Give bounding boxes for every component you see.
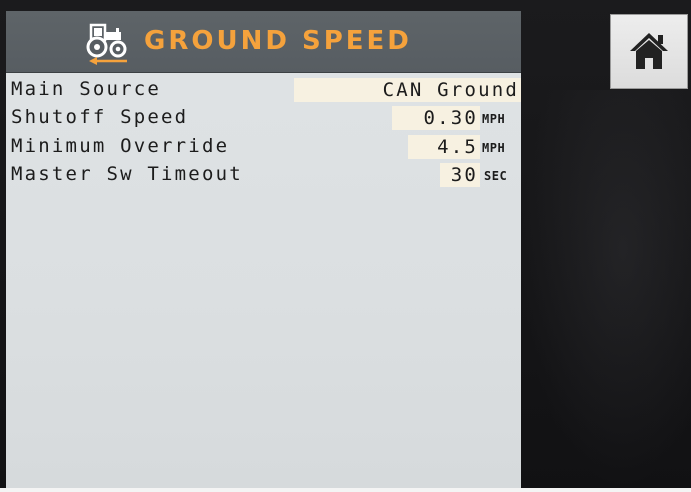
- home-button[interactable]: [610, 14, 688, 89]
- setting-row-minimum-override: Minimum Override 4.5 MPH: [6, 132, 521, 160]
- minimum-override-unit: MPH: [482, 141, 506, 155]
- home-icon: [630, 33, 668, 69]
- bottom-edge: [0, 488, 691, 492]
- setting-row-master-sw-timeout: Master Sw Timeout 30 SEC: [6, 160, 521, 188]
- page-title: GROUND SPEED: [144, 26, 412, 56]
- minimum-override-label: Minimum Override: [11, 135, 230, 157]
- master-sw-timeout-value[interactable]: 30: [440, 163, 480, 187]
- shutoff-speed-value[interactable]: 0.30: [392, 106, 480, 130]
- shutoff-speed-label: Shutoff Speed: [11, 106, 189, 128]
- main-source-value[interactable]: CAN Ground: [294, 78, 521, 102]
- minimum-override-value[interactable]: 4.5: [408, 135, 480, 159]
- tractor-speed-icon: [86, 23, 127, 65]
- title-bar: GROUND SPEED: [6, 11, 521, 73]
- setting-row-shutoff-speed: Shutoff Speed 0.30 MPH: [6, 103, 521, 131]
- master-sw-timeout-unit: SEC: [484, 169, 508, 183]
- screen-glare: [521, 90, 691, 488]
- main-source-label: Main Source: [11, 78, 162, 100]
- master-sw-timeout-label: Master Sw Timeout: [11, 163, 243, 185]
- shutoff-speed-unit: MPH: [482, 112, 506, 126]
- ground-speed-screen: GROUND SPEED Main Source CAN Ground Shut…: [6, 11, 521, 489]
- setting-row-main-source: Main Source CAN Ground: [6, 75, 521, 103]
